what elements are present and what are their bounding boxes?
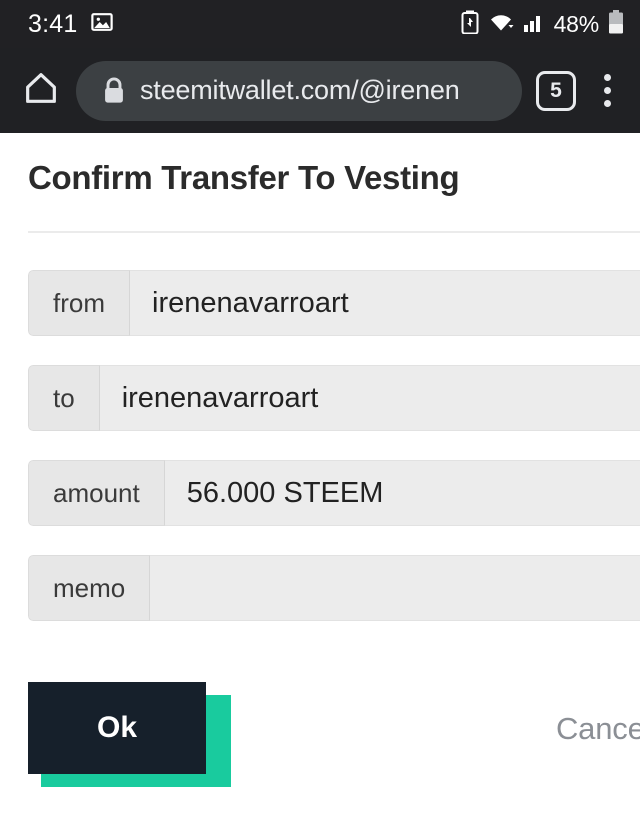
row-label-from: from (28, 270, 130, 336)
row-value-memo (150, 555, 640, 621)
status-clock: 3:41 (28, 9, 78, 38)
home-icon (21, 68, 61, 113)
lock-icon (102, 76, 126, 105)
menu-dot (603, 74, 611, 81)
menu-dot (603, 100, 611, 107)
row-value-amount: 56.000 STEEM (164, 460, 640, 526)
page-content: Confirm Transfer To Vesting from irenena… (0, 133, 640, 828)
row-value-from: irenenavarroart (130, 270, 640, 336)
image-icon (91, 11, 114, 38)
ok-button-wrap: Ok (28, 682, 231, 787)
table-row-from: from irenenavarroart (28, 270, 640, 336)
dialog-actions: Ok Cancel (0, 673, 640, 823)
url-text: steemitwallet.com/@irenen (140, 75, 460, 105)
tab-switcher-button[interactable]: 5 (536, 70, 576, 111)
battery-icon (608, 9, 624, 39)
row-value-to: irenenavarroart (99, 365, 640, 431)
ok-button[interactable]: Ok (28, 682, 206, 774)
transfer-details-table: from irenenavarroart to irenenavarroart … (28, 270, 640, 650)
status-bar-left: 3:41 (28, 9, 114, 39)
wifi-icon (488, 11, 514, 38)
cancel-button[interactable]: Cancel (556, 711, 640, 747)
battery-percent-label: 48% (553, 10, 600, 37)
home-button[interactable] (14, 64, 68, 118)
status-bar-right: 48% (461, 9, 624, 39)
browser-toolbar: steemitwallet.com/@irenen 5 (0, 48, 640, 133)
phone-screenshot: 3:41 48% steemitwallet.com/@irenen 5 Con… (0, 0, 640, 828)
overflow-menu-icon[interactable] (584, 64, 630, 118)
address-bar[interactable]: steemitwallet.com/@irenen (76, 60, 522, 121)
row-label-to: to (28, 365, 100, 431)
status-bar: 3:41 48% (0, 0, 640, 48)
row-label-amount: amount (28, 460, 165, 526)
table-row-to: to irenenavarroart (28, 365, 640, 431)
row-label-memo: memo (28, 555, 151, 621)
signal-icon (523, 11, 545, 38)
battery-saver-icon (461, 10, 479, 39)
page-title: Confirm Transfer To Vesting (28, 159, 460, 196)
table-row-memo: memo (28, 555, 640, 621)
menu-dot (603, 87, 611, 94)
title-divider (28, 231, 640, 233)
table-row-amount: amount 56.000 STEEM (28, 460, 640, 526)
